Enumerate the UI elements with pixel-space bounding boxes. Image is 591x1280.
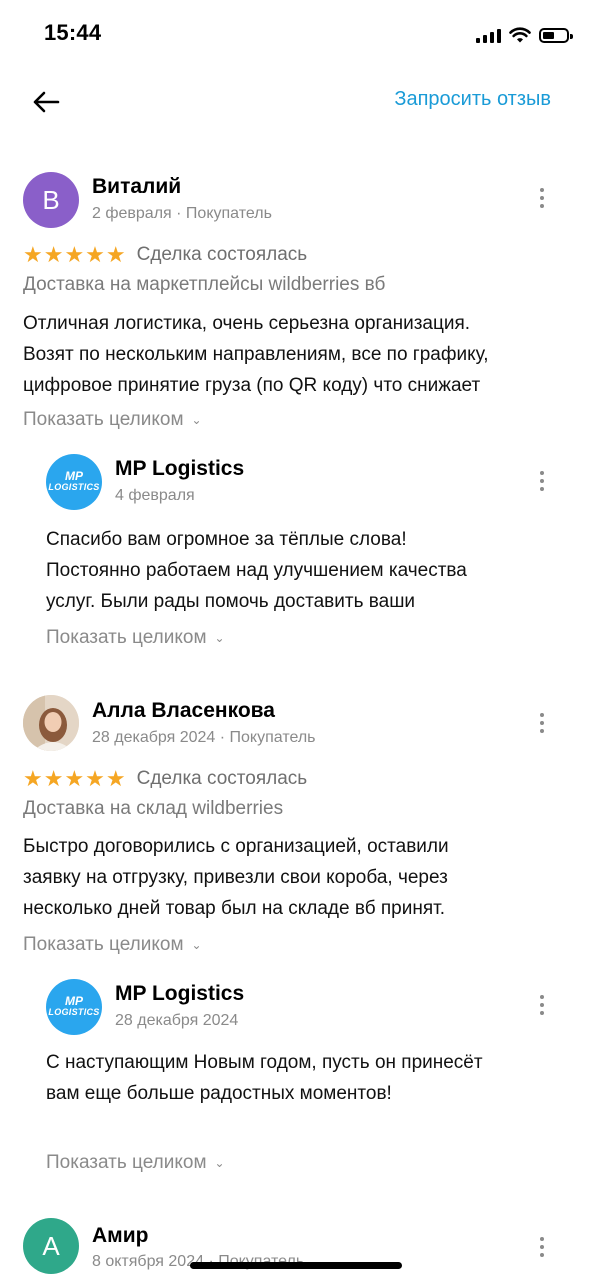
review-author: Виталий — [92, 175, 182, 198]
review-text-line: Быстро договорились с организацией, оста… — [23, 836, 449, 857]
chevron-down-icon: ⌄ — [214, 1156, 225, 1170]
show-full-label: Показать целиком — [46, 1152, 207, 1173]
more-options-icon[interactable] — [532, 988, 552, 1022]
review-meta: 28 декабря 2024 · Покупатель — [92, 729, 316, 746]
review-text-line: заявку на отгрузку, привезли свои короба… — [23, 867, 448, 888]
show-full-label: Показать целиком — [23, 934, 184, 955]
back-button[interactable] — [28, 84, 64, 120]
review-text-line: Возят по нескольким направлениям, все по… — [23, 344, 489, 365]
battery-icon — [539, 27, 573, 43]
rating-row: ★★★★★ Сделка состоялась — [23, 766, 307, 792]
reply-text-line: С наступающим Новым годом, пусть он прин… — [46, 1052, 483, 1073]
home-indicator[interactable] — [190, 1262, 402, 1269]
avatar — [23, 695, 79, 751]
show-full-label: Показать целиком — [23, 409, 184, 430]
show-full-button[interactable]: Показать целиком ⌄ — [46, 1152, 225, 1174]
review-meta: 2 февраля · Покупатель — [92, 205, 272, 222]
show-full-button[interactable]: Показать целиком ⌄ — [23, 409, 202, 431]
rating-row: ★★★★★ Сделка состоялась — [23, 242, 307, 268]
deal-status: Сделка состоялась — [136, 244, 308, 265]
review-subject: Доставка на маркетплейсы wildberries вб — [23, 274, 386, 295]
star-rating-icon: ★★★★★ — [23, 242, 127, 267]
company-logo: MP LOGISTICS — [46, 979, 102, 1035]
reply-text-line: Постоянно работаем над улучшением качест… — [46, 560, 467, 581]
review-author: Амир — [92, 1224, 149, 1247]
avatar-photo — [23, 695, 79, 751]
reply-author: MP Logistics — [115, 982, 245, 1005]
status-icons — [476, 24, 573, 46]
reply-date: 28 декабря 2024 — [115, 1012, 239, 1029]
star-rating-icon: ★★★★★ — [23, 766, 127, 791]
review-text-line: несколько дней товар был на складе вб пр… — [23, 898, 445, 919]
review-text-line: Отличная логистика, очень серьезна орган… — [23, 313, 471, 334]
wifi-icon — [509, 26, 531, 42]
avatar: В — [23, 172, 79, 228]
avatar: А — [23, 1218, 79, 1274]
status-time: 15:44 — [44, 20, 102, 45]
deal-status: Сделка состоялась — [136, 768, 308, 789]
chevron-down-icon: ⌄ — [191, 413, 202, 427]
show-full-button[interactable]: Показать целиком ⌄ — [23, 934, 202, 956]
arrow-left-icon — [33, 91, 60, 113]
chevron-down-icon: ⌄ — [214, 631, 225, 645]
show-full-button[interactable]: Показать целиком ⌄ — [46, 627, 225, 649]
more-options-icon[interactable] — [532, 464, 552, 498]
company-logo: MP LOGISTICS — [46, 454, 102, 510]
review-author: Алла Власенкова — [92, 699, 275, 722]
review-text: Отличная логистика, очень серьезна орган… — [23, 308, 489, 401]
request-review-button[interactable]: Запросить отзыв — [394, 88, 551, 111]
reply-date: 4 февраля — [115, 487, 195, 504]
reply-text-line: услуг. Были рады помочь доставить ваши — [46, 591, 416, 612]
show-full-label: Показать целиком — [46, 627, 207, 648]
reply-author: MP Logistics — [115, 457, 245, 480]
reply-text-line: Спасибо вам огромное за тёплые слова! — [46, 529, 407, 550]
reply-text: С наступающим Новым годом, пусть он прин… — [46, 1047, 483, 1109]
more-options-icon[interactable] — [532, 1230, 552, 1264]
review-text-line: цифровое принятие груза (по QR коду) что… — [23, 375, 481, 396]
review-subject: Доставка на склад wildberries — [23, 798, 284, 819]
review-text: Быстро договорились с организацией, оста… — [23, 831, 449, 924]
cellular-signal-icon — [476, 27, 501, 43]
reply-text: Спасибо вам огромное за тёплые слова! По… — [46, 524, 467, 617]
chevron-down-icon: ⌄ — [191, 938, 202, 952]
more-options-icon[interactable] — [532, 181, 552, 215]
more-options-icon[interactable] — [532, 706, 552, 740]
reply-text-line: вам еще больше радостных моментов! — [46, 1083, 392, 1104]
